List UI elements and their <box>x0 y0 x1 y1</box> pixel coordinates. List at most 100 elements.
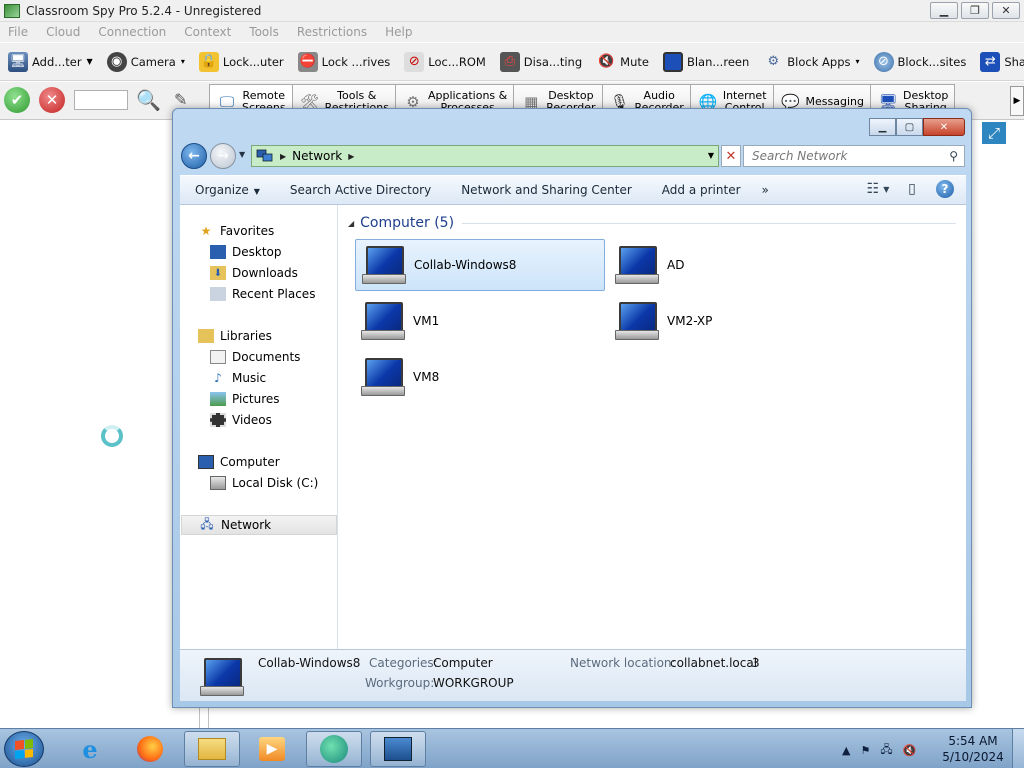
menu-cloud[interactable]: Cloud <box>46 25 80 39</box>
nav-local-disk[interactable]: Local Disk (C:) <box>210 473 318 493</box>
share-desktop-icon: ⇄ <box>980 51 1001 72</box>
nav-music[interactable]: ♪ Music <box>210 368 266 388</box>
nav-favorites[interactable]: ★ Favorites <box>198 221 275 241</box>
computer-item-vm8[interactable]: VM8 <box>355 351 605 403</box>
lock-drives-button[interactable]: ⛔ Lock ...rives <box>290 43 397 81</box>
taskbar-media-player[interactable]: ▶ <box>244 731 300 767</box>
explorer-body: ★ Favorites Desktop ⬇ Downloads Recent Pla… <box>180 205 966 649</box>
share-desktop-button[interactable]: ⇄ Shar...ktop <box>972 43 1024 81</box>
search-placeholder: Search Network <box>752 149 848 163</box>
block-apps-button[interactable]: ⚙ Block Apps ▾ <box>755 43 865 81</box>
add-computer-button[interactable]: 🖥 Add...ter ▼ <box>0 43 99 81</box>
lock-cdrom-icon: ⊘ <box>404 51 425 72</box>
chevron-down-icon: ▾ <box>180 57 185 66</box>
main-toolbar: 🖥 Add...ter ▼ ◉ Camera ▾ 🔒 Lock...uter ⛔… <box>0 43 1024 81</box>
nav-downloads[interactable]: ⬇ Downloads <box>210 263 298 283</box>
nav-videos[interactable]: Videos <box>210 410 272 430</box>
change-view-icon[interactable]: ☷ ▼ <box>867 180 890 198</box>
block-websites-button[interactable]: ⊘ Block...sites <box>866 43 973 81</box>
star-icon: ★ <box>200 224 212 238</box>
search-input[interactable]: Search Network ⚲ <box>743 145 965 167</box>
nav-recent-places[interactable]: Recent Places <box>210 284 315 304</box>
menu-tools[interactable]: Tools <box>249 25 279 39</box>
address-dropdown-icon[interactable]: ▼ <box>708 151 714 160</box>
taskbar-file-explorer[interactable] <box>184 731 240 767</box>
blank-screen-button[interactable]: Blan...reen <box>655 43 755 81</box>
search-icon[interactable]: 🔍 <box>136 88 161 112</box>
preview-pane-icon[interactable]: ▯ <box>902 180 922 198</box>
group-header-computer[interactable]: ◢ Computer (5) <box>348 213 956 233</box>
close-button[interactable]: ✕ <box>992 2 1020 19</box>
reject-button[interactable]: ✕ <box>39 87 65 113</box>
help-icon[interactable]: ? <box>936 180 954 198</box>
internet-explorer-icon: e <box>82 734 98 764</box>
menu-connection[interactable]: Connection <box>98 25 166 39</box>
search-active-directory-button[interactable]: Search Active Directory <box>275 183 446 197</box>
taskbar-classroom-spy[interactable] <box>306 731 362 767</box>
menu-help[interactable]: Help <box>385 25 412 39</box>
firefox-icon <box>137 736 163 762</box>
action-center-flag-icon[interactable]: ⚑ <box>860 744 870 757</box>
network-location-count: 3 <box>752 656 760 670</box>
add-printer-button[interactable]: Add a printer <box>647 183 756 197</box>
forward-button[interactable]: → <box>210 143 236 169</box>
edit-icon[interactable]: ✎ <box>174 90 187 109</box>
popout-icon[interactable]: ⤢ <box>982 122 1006 144</box>
taskbar-firefox[interactable] <box>122 731 178 767</box>
nav-pictures[interactable]: Pictures <box>210 389 280 409</box>
breadcrumb-arrow-icon[interactable]: ▶ <box>348 152 354 161</box>
computer-monitor-icon <box>359 300 405 342</box>
explorer-minimize-button[interactable]: ▁ <box>869 118 896 136</box>
maximize-button[interactable]: ❐ <box>961 2 989 19</box>
taskbar-classroom-spy-console[interactable] <box>370 731 426 767</box>
menu-file[interactable]: File <box>8 25 28 39</box>
menu-context[interactable]: Context <box>184 25 231 39</box>
breadcrumb-network[interactable]: Network <box>292 149 342 163</box>
minimize-button[interactable]: ▁ <box>930 2 958 19</box>
mute-button[interactable]: 🔇 Mute <box>588 43 655 81</box>
nav-computer[interactable]: Computer <box>198 452 280 472</box>
show-hidden-icons-button[interactable]: ▲ <box>842 744 850 757</box>
computer-item-vm2-xp[interactable]: VM2-XP <box>609 295 859 347</box>
categories-value: Computer <box>433 656 493 670</box>
nav-documents[interactable]: Documents <box>210 347 300 367</box>
address-bar[interactable]: ▶ Network ▶ ▼ <box>251 145 719 167</box>
menu-restrictions[interactable]: Restrictions <box>297 25 367 39</box>
nav-libraries[interactable]: Libraries <box>198 326 272 346</box>
organize-button[interactable]: Organize ▼ <box>180 183 275 197</box>
stop-loading-button[interactable]: ✕ <box>721 145 741 167</box>
camera-button[interactable]: ◉ Camera ▾ <box>99 43 191 81</box>
camera-icon: ◉ <box>106 51 127 72</box>
disable-printing-button[interactable]: ⎙ Disa...ting <box>492 43 588 81</box>
system-tray: ▲ ⚑ 🖧 🔇 <box>842 741 916 760</box>
volume-muted-icon[interactable]: 🔇 <box>903 744 917 757</box>
computer-item-vm1[interactable]: VM1 <box>355 295 605 347</box>
lock-computer-button[interactable]: 🔒 Lock...uter <box>191 43 290 81</box>
explorer-maximize-button[interactable]: ▢ <box>896 118 923 136</box>
accept-button[interactable]: ✔ <box>4 87 30 113</box>
network-status-icon[interactable]: 🖧 <box>880 741 892 760</box>
workgroup-value: WORKGROUP <box>433 676 514 690</box>
filter-input[interactable] <box>74 90 128 110</box>
explorer-close-button[interactable]: ✕ <box>923 118 965 136</box>
nav-network[interactable]: 🖧 Network <box>181 515 337 535</box>
computer-item-collab-windows8[interactable]: Collab-Windows8 <box>355 239 605 291</box>
computer-list-pane[interactable] <box>0 120 200 730</box>
selected-item-name: Collab-Windows8 <box>258 656 361 670</box>
network-icon: 🖧 <box>200 516 214 531</box>
computer-monitor-icon <box>613 244 659 286</box>
view-controls: ☷ ▼ ▯ ? <box>867 180 954 198</box>
lock-cdrom-button[interactable]: ⊘ Loc...ROM <box>396 43 492 81</box>
taskbar-internet-explorer[interactable]: e <box>62 731 118 767</box>
start-button[interactable] <box>4 731 44 767</box>
tabs-scroll-right-button[interactable]: ▶ <box>1010 86 1024 116</box>
system-clock[interactable]: 5:54 AM 5/10/2024 <box>940 733 1006 765</box>
breadcrumb-arrow-icon[interactable]: ▶ <box>280 152 286 161</box>
recent-pages-dropdown[interactable]: ▼ <box>239 150 245 159</box>
computer-item-ad[interactable]: AD <box>609 239 859 291</box>
back-button[interactable]: ← <box>181 143 207 169</box>
network-sharing-center-button[interactable]: Network and Sharing Center <box>446 183 647 197</box>
more-commands-button[interactable]: » <box>756 183 784 197</box>
show-desktop-button[interactable] <box>1012 729 1024 768</box>
nav-desktop[interactable]: Desktop <box>210 242 282 262</box>
